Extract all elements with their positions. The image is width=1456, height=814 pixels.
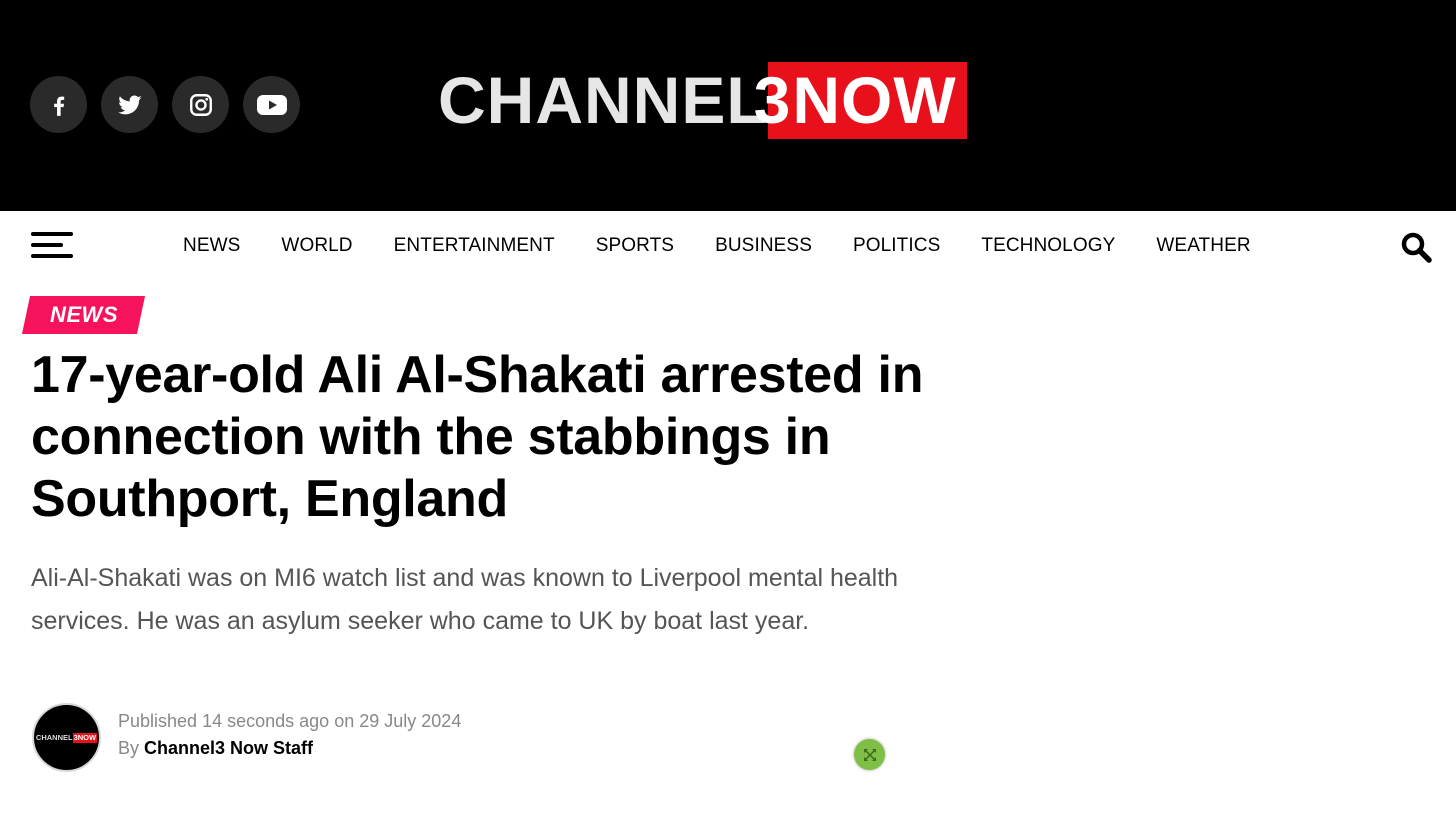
byline: By Channel3 Now Staff	[118, 738, 314, 758]
site-logo[interactable]: CHANNEL 3 NOW	[438, 62, 967, 139]
main-nav: NEWS WORLD ENTERTAINMENT SPORTS BUSINESS…	[0, 211, 1456, 281]
logo-text-3: 3	[753, 63, 791, 137]
published-date: 29 July 2024	[359, 711, 462, 731]
article-headline: 17-year-old Ali Al-Shakati arrested in c…	[31, 346, 924, 528]
article-meta: Published 14 seconds ago on 29 July 2024…	[118, 710, 461, 759]
category-badge[interactable]: NEWS	[21, 296, 146, 334]
author-link[interactable]: Channel3 Now Staff	[144, 738, 313, 758]
logo-text-channel: CHANNEL	[438, 63, 768, 137]
category-label: NEWS	[49, 302, 118, 327]
expand-icon[interactable]	[854, 739, 885, 770]
site-header: CHANNEL 3 NOW	[0, 0, 1456, 211]
nav-item-politics[interactable]: POLITICS	[853, 235, 940, 257]
logo-text-now: NOW	[792, 63, 957, 137]
nav-item-entertainment[interactable]: ENTERTAINMENT	[394, 235, 555, 257]
logo-red-block: 3 NOW	[754, 62, 967, 139]
search-icon[interactable]	[1400, 231, 1434, 265]
nav-item-business[interactable]: BUSINESS	[715, 235, 812, 257]
author-avatar[interactable]: CHANNEL 3NOW	[32, 703, 101, 772]
social-links	[30, 76, 300, 133]
nav-item-world[interactable]: WORLD	[281, 235, 352, 257]
youtube-icon[interactable]	[243, 76, 300, 133]
avatar-logo: CHANNEL 3NOW	[35, 732, 98, 743]
nav-item-technology[interactable]: TECHNOLOGY	[981, 235, 1115, 257]
nav-items: NEWS WORLD ENTERTAINMENT SPORTS BUSINESS…	[183, 211, 1292, 281]
published-line: Published 14 seconds ago on 29 July 2024	[118, 711, 462, 731]
facebook-icon[interactable]	[30, 76, 87, 133]
twitter-icon[interactable]	[101, 76, 158, 133]
hamburger-menu-icon[interactable]	[31, 232, 75, 260]
article-excerpt: Ali-Al-Shakati was on MI6 watch list and…	[31, 564, 899, 635]
instagram-icon[interactable]	[172, 76, 229, 133]
nav-item-weather[interactable]: WEATHER	[1156, 235, 1250, 257]
nav-item-news[interactable]: NEWS	[183, 235, 240, 257]
published-ago: 14 seconds ago	[202, 711, 330, 731]
nav-item-sports[interactable]: SPORTS	[596, 235, 674, 257]
